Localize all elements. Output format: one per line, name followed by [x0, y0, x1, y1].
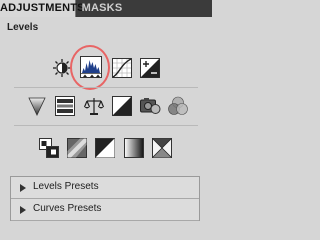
preset-label: Levels Presets [33, 181, 99, 192]
invert-icon[interactable] [39, 138, 59, 158]
color-balance-icon[interactable] [83, 96, 105, 116]
hue-saturation-icon[interactable] [55, 96, 75, 116]
brightness-contrast-icon[interactable] [52, 58, 72, 78]
tab-masks[interactable]: MASKS [78, 0, 126, 17]
curves-icon[interactable] [112, 58, 132, 78]
preset-item-levels[interactable]: Levels Presets [11, 177, 199, 199]
panel-tab-bar: ADJUSTMENTS MASKS [0, 0, 212, 17]
selective-color-icon[interactable] [152, 138, 172, 158]
disclosure-triangle-icon[interactable] [20, 206, 26, 214]
photo-filter-icon[interactable] [140, 96, 161, 116]
black-white-icon[interactable] [112, 96, 132, 116]
divider [14, 87, 198, 88]
divider [14, 125, 198, 126]
gradient-map-icon[interactable] [124, 138, 144, 158]
tab-adjustments[interactable]: ADJUSTMENTS [0, 0, 85, 17]
disclosure-triangle-icon[interactable] [20, 184, 26, 192]
presets-list: Levels Presets Curves Presets [10, 176, 200, 221]
vibrance-icon[interactable] [27, 96, 47, 116]
threshold-icon[interactable] [95, 138, 115, 158]
preset-item-curves[interactable]: Curves Presets [11, 199, 199, 221]
exposure-icon[interactable] [140, 58, 160, 78]
channel-mixer-icon[interactable] [168, 96, 188, 116]
preset-label: Curves Presets [33, 203, 102, 214]
panel-heading: Levels [7, 22, 39, 33]
levels-highlight-circle [70, 45, 110, 90]
posterize-icon[interactable] [67, 138, 87, 158]
